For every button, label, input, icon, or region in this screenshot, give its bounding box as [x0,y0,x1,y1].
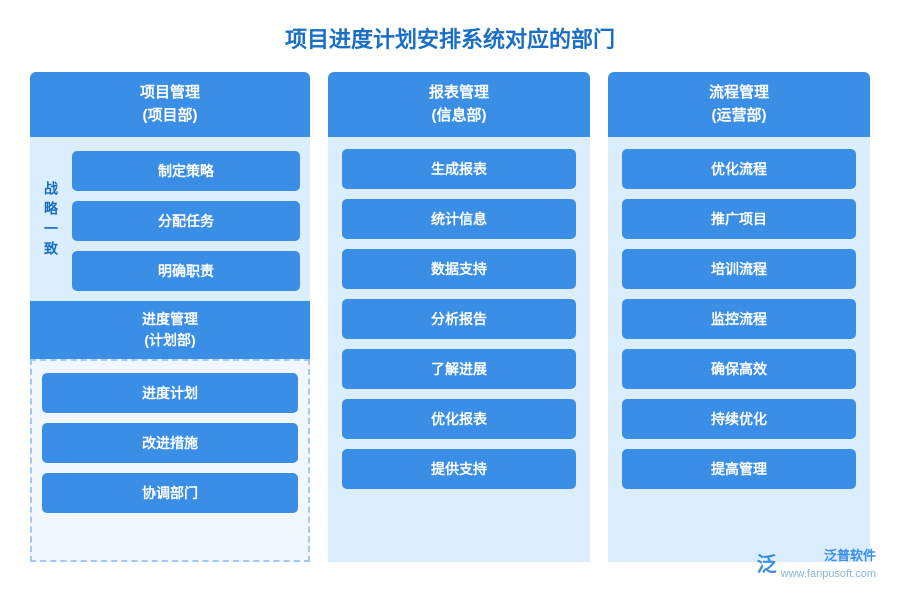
right-col-body: 优化流程 推广项目 培训流程 监控流程 确保高效 持续优化 提高管理 [608,137,870,562]
right-col-header: 流程管理 (运营部) [608,72,870,137]
left-header-line1: 项目管理 [140,84,200,101]
watermark-icon: 泛 [757,549,777,581]
right-btn-1[interactable]: 推广项目 [622,199,856,239]
mid-col-body: 生成报表 统计信息 数据支持 分析报告 了解进展 优化报表 提供支持 [328,137,590,562]
left-mid-header: 进度管理 (计划部) [30,301,310,359]
left-col-header: 项目管理 (项目部) [30,72,310,137]
right-btn-2[interactable]: 培训流程 [622,249,856,289]
right-column: 流程管理 (运营部) 优化流程 推广项目 培训流程 监控流程 确保高效 持续优化… [608,72,870,562]
mid-header-line1: 报表管理 [429,84,489,101]
btn-strategy[interactable]: 制定策略 [72,151,300,191]
watermark-name: 泛普软件 [781,546,876,567]
right-btn-0[interactable]: 优化流程 [622,149,856,189]
watermark-url: www.fanpusoft.com [781,566,876,584]
btn-improve[interactable]: 改进措施 [42,423,298,463]
watermark: 泛 泛普软件 www.fanpusoft.com [757,546,876,584]
right-btn-6[interactable]: 提高管理 [622,449,856,489]
page-title: 项目进度计划安排系统对应的部门 [0,0,900,72]
mid-column: 报表管理 (信息部) 生成报表 统计信息 数据支持 分析报告 了解进展 优化报表… [328,72,590,562]
left-bottom-section: 进度计划 改进措施 协调部门 [30,359,310,562]
side-label: 战略一致 [40,151,62,291]
left-mid-header-line2: (计划部) [144,332,195,348]
mid-btn-1[interactable]: 统计信息 [342,199,576,239]
right-btn-5[interactable]: 持续优化 [622,399,856,439]
mid-btn-4[interactable]: 了解进展 [342,349,576,389]
left-top-buttons: 制定策略 分配任务 明确职责 [72,151,300,291]
mid-btn-5[interactable]: 优化报表 [342,399,576,439]
left-header-line2: (项目部) [143,107,198,124]
right-btn-3[interactable]: 监控流程 [622,299,856,339]
btn-assign[interactable]: 分配任务 [72,201,300,241]
btn-duties[interactable]: 明确职责 [72,251,300,291]
mid-btn-0[interactable]: 生成报表 [342,149,576,189]
left-mid-header-line1: 进度管理 [142,311,198,327]
mid-col-header: 报表管理 (信息部) [328,72,590,137]
left-top-section: 战略一致 制定策略 分配任务 明确职责 [30,137,310,301]
right-header-line1: 流程管理 [709,84,769,101]
btn-coordinate[interactable]: 协调部门 [42,473,298,513]
mid-btn-6[interactable]: 提供支持 [342,449,576,489]
left-column: 项目管理 (项目部) 战略一致 制定策略 分配任务 明确职责 进度管理 (计划部… [30,72,310,562]
mid-btn-3[interactable]: 分析报告 [342,299,576,339]
btn-schedule[interactable]: 进度计划 [42,373,298,413]
main-container: 项目管理 (项目部) 战略一致 制定策略 分配任务 明确职责 进度管理 (计划部… [0,72,900,562]
mid-header-line2: (信息部) [432,107,487,124]
mid-btn-2[interactable]: 数据支持 [342,249,576,289]
right-btn-4[interactable]: 确保高效 [622,349,856,389]
right-header-line2: (运营部) [712,107,767,124]
